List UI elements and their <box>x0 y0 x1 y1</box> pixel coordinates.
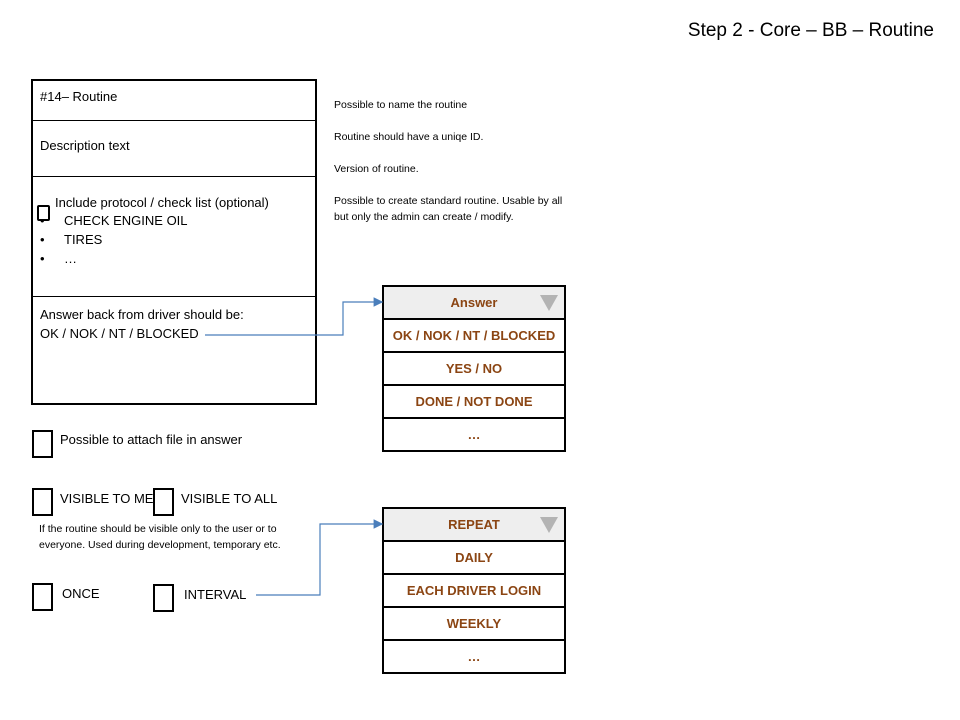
connector-lines <box>205 297 384 596</box>
interval-connector-arrow <box>256 519 384 596</box>
answer-connector-arrow <box>205 297 384 336</box>
